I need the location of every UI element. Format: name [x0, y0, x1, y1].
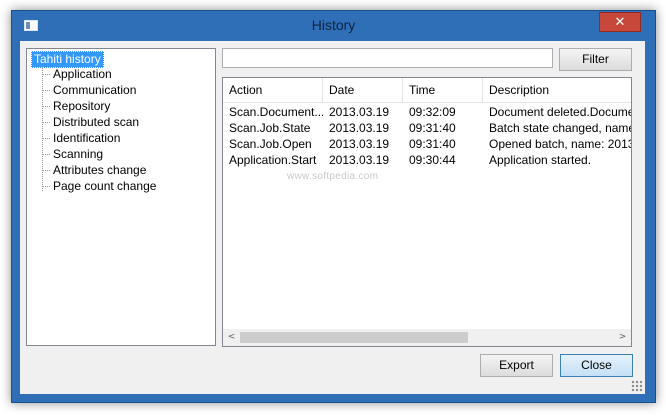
tree-item-distributed-scan[interactable]: Distributed scan: [42, 115, 139, 130]
cell-time: 09:32:09: [409, 105, 456, 119]
filter-input[interactable]: [222, 48, 553, 68]
column-header-time[interactable]: Time: [403, 78, 483, 102]
cell-action: Scan.Job.State: [229, 121, 311, 135]
resize-grip-icon[interactable]: [631, 380, 643, 392]
scroll-thumb[interactable]: [240, 332, 468, 343]
window-title: History: [311, 17, 356, 33]
cell-description: Batch state changed, name: 2: [489, 121, 631, 135]
cell-date: 2013.03.19: [329, 137, 390, 151]
tree-item-repository[interactable]: Repository: [42, 99, 110, 114]
cell-action: Application.Start: [229, 153, 317, 167]
tree-item-scanning[interactable]: Scanning: [42, 147, 103, 162]
column-header-action[interactable]: Action: [223, 78, 323, 102]
cell-description: Application started.: [489, 153, 592, 167]
close-button[interactable]: Close: [560, 354, 633, 377]
table-row[interactable]: Scan.Job.Open 2013.03.19 09:31:40 Opened…: [223, 136, 631, 152]
tree-item-identification[interactable]: Identification: [42, 131, 120, 146]
column-header-description[interactable]: Description: [483, 78, 631, 102]
dialog-client-area: Tahiti history Application Communication…: [20, 41, 645, 394]
close-window-button[interactable]: ✕: [599, 12, 641, 32]
cell-date: 2013.03.19: [329, 153, 390, 167]
tree-item-application[interactable]: Application: [42, 67, 112, 82]
cell-time: 09:31:40: [409, 121, 456, 135]
cell-action: Scan.Job.Open: [229, 137, 312, 151]
cell-description: Document deleted.Document: [489, 105, 632, 119]
cell-time: 09:30:44: [409, 153, 456, 167]
tree-item-page-count-change[interactable]: Page count change: [42, 179, 156, 194]
scroll-left-arrow-icon[interactable]: <: [223, 329, 240, 346]
table-row[interactable]: Scan.Document.... 2013.03.19 09:32:09 Do…: [223, 104, 631, 120]
history-list[interactable]: Action Date Time Description Scan.Docume…: [222, 77, 632, 347]
horizontal-scrollbar[interactable]: < >: [223, 329, 631, 346]
cell-time: 09:31:40: [409, 137, 456, 151]
tree-root-tahiti-history[interactable]: Tahiti history: [31, 51, 104, 68]
cell-action: Scan.Document....: [229, 105, 323, 119]
history-window: History ✕ Tahiti history Application Com…: [11, 10, 656, 403]
cell-date: 2013.03.19: [329, 105, 390, 119]
table-row[interactable]: Application.Start 2013.03.19 09:30:44 Ap…: [223, 152, 631, 168]
history-category-tree[interactable]: Tahiti history Application Communication…: [26, 48, 216, 346]
column-header-date[interactable]: Date: [323, 78, 403, 102]
export-button[interactable]: Export: [480, 354, 553, 377]
filter-button[interactable]: Filter: [559, 48, 632, 71]
cell-date: 2013.03.19: [329, 121, 390, 135]
table-row[interactable]: Scan.Job.State 2013.03.19 09:31:40 Batch…: [223, 120, 631, 136]
watermark: www.softpedia.com: [287, 171, 379, 182]
tree-item-communication[interactable]: Communication: [42, 83, 136, 98]
tree-item-attributes-change[interactable]: Attributes change: [42, 163, 146, 178]
cell-description: Opened batch, name: 2013-03: [489, 137, 631, 151]
list-header: Action Date Time Description: [223, 78, 631, 103]
scroll-right-arrow-icon[interactable]: >: [614, 329, 631, 346]
title-bar[interactable]: History ✕: [12, 11, 655, 41]
